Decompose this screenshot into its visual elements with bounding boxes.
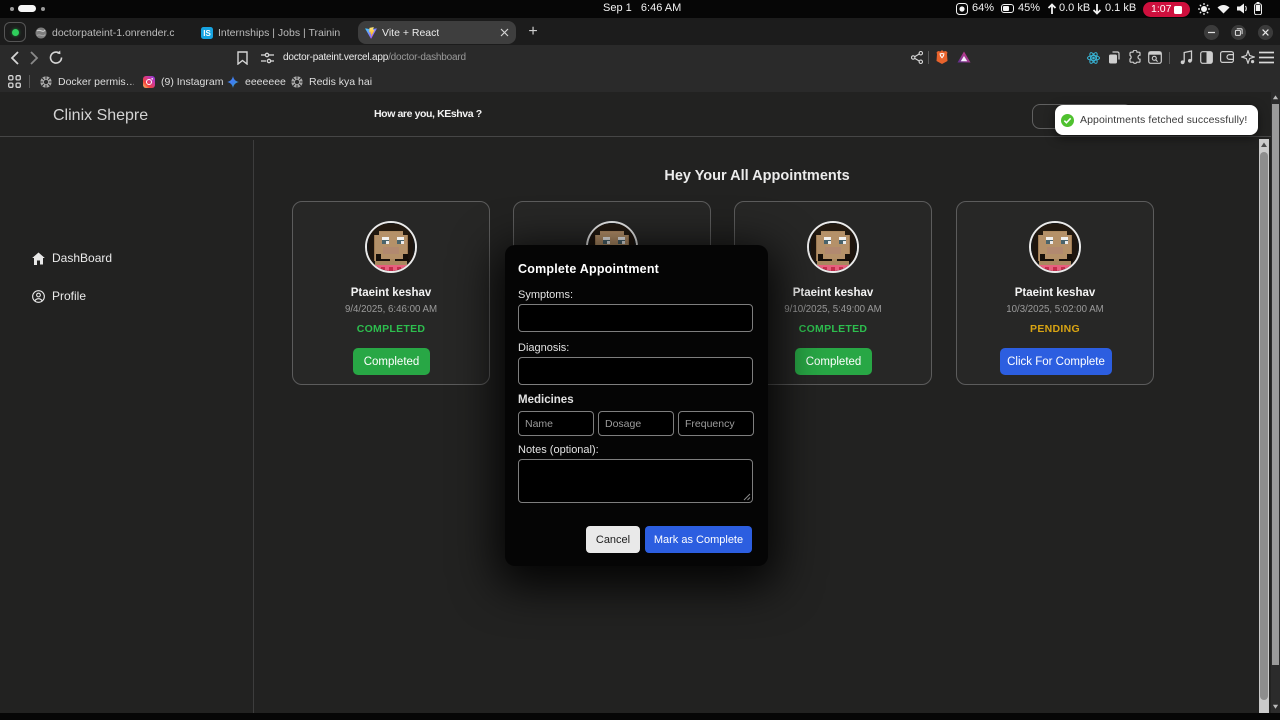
svg-text:IS: IS (203, 29, 211, 38)
